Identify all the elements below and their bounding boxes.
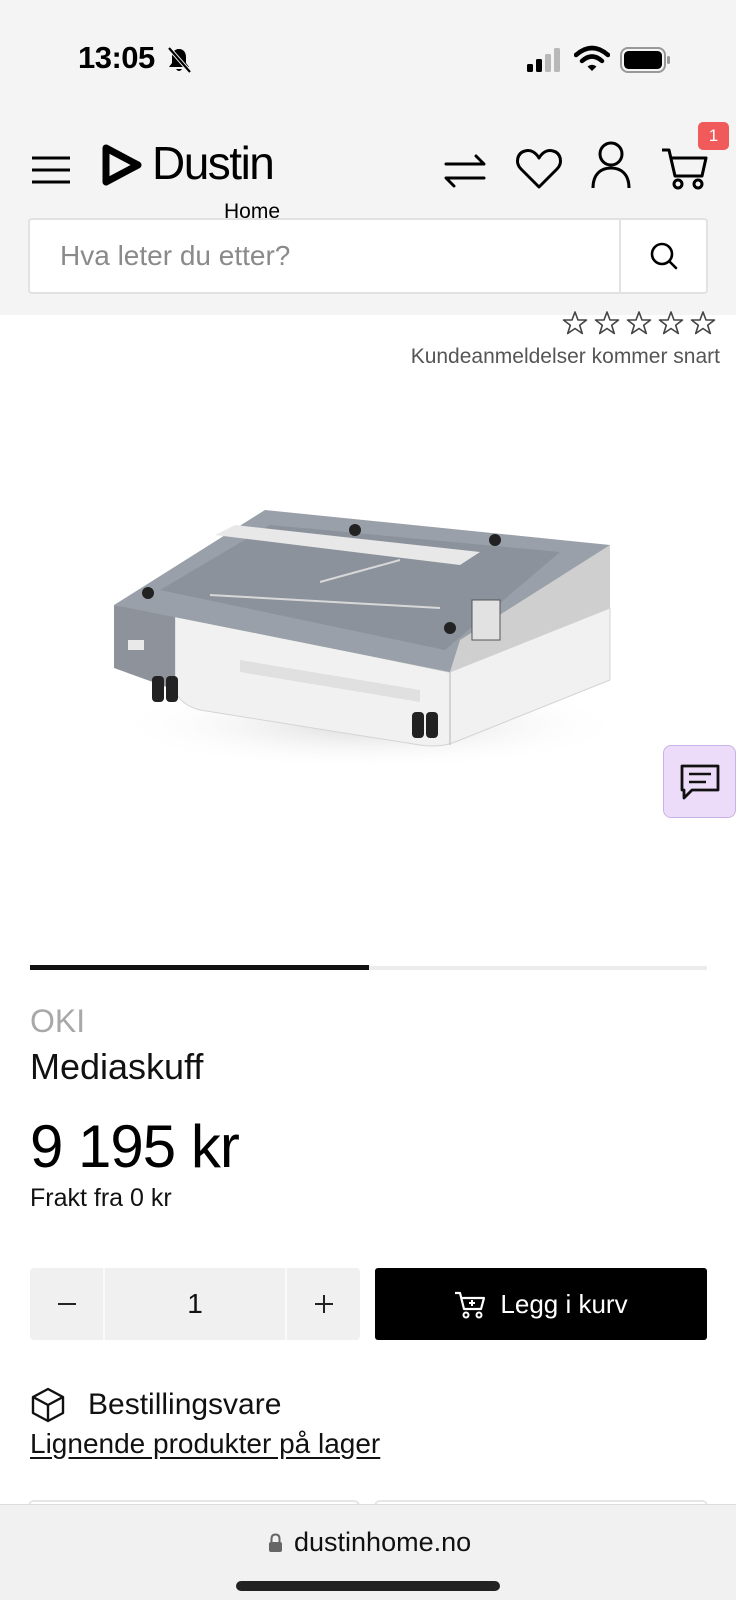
quantity-stepper: 1 (30, 1268, 360, 1340)
signal-icon (527, 48, 560, 72)
search-icon (650, 242, 677, 270)
menu-icon[interactable] (30, 150, 72, 190)
battery-icon (620, 47, 670, 73)
dustin-home-logo[interactable]: Dustin Home (100, 134, 300, 223)
add-to-cart-button[interactable]: Legg i kurv (375, 1268, 707, 1340)
add-to-cart-label: Legg i kurv (500, 1288, 628, 1319)
availability-row: Bestillingsvare (30, 1385, 281, 1425)
site-header: Dustin Home 1 (0, 110, 736, 315)
cart-count-badge: 1 (698, 122, 729, 150)
product-title: Mediaskuff (30, 1046, 204, 1087)
search-bar (28, 218, 708, 294)
user-icon[interactable] (590, 140, 632, 190)
heart-icon[interactable] (514, 144, 564, 194)
home-indicator (236, 1581, 500, 1591)
reviews-coming-soon: Kundeanmeldelser kommer snart (410, 345, 720, 368)
lock-icon (269, 1533, 282, 1552)
rating-stars[interactable] (562, 310, 722, 336)
star-icon (594, 311, 620, 335)
package-icon (31, 1387, 65, 1423)
play-logo-icon (102, 144, 142, 186)
cart-plus-icon (455, 1291, 486, 1319)
logo-text: Dustin (152, 137, 275, 189)
minus-icon (57, 1303, 76, 1305)
status-bar: 13:05 (0, 0, 736, 110)
chat-button[interactable] (663, 745, 736, 818)
product-brand[interactable]: OKI (30, 1003, 85, 1040)
star-icon (658, 311, 684, 335)
search-button[interactable] (621, 220, 706, 292)
increase-quantity-button[interactable] (287, 1268, 360, 1340)
decrease-quantity-button[interactable] (30, 1268, 103, 1340)
availability-status: Bestillingsvare (88, 1388, 282, 1421)
product-image[interactable] (100, 490, 630, 790)
browser-address-bar[interactable]: dustinhome.no (0, 1504, 736, 1600)
bell-muted-icon (167, 46, 192, 74)
chat-icon (680, 764, 719, 799)
product-price: 9 195 kr (30, 1113, 240, 1180)
url-text: dustinhome.no (294, 1527, 472, 1557)
quantity-input[interactable]: 1 (103, 1268, 287, 1340)
compare-icon[interactable] (440, 146, 490, 196)
star-icon (562, 311, 588, 335)
star-icon (626, 311, 652, 335)
status-time: 13:05 (78, 40, 155, 75)
carousel-progress (30, 965, 369, 970)
plus-icon (314, 1295, 333, 1313)
shipping-info: Frakt fra 0 kr (30, 1184, 172, 1212)
wifi-icon (574, 45, 610, 71)
star-icon (690, 311, 716, 335)
similar-products-link[interactable]: Lignende produkter på lager (30, 1428, 380, 1460)
search-input[interactable] (30, 220, 618, 292)
